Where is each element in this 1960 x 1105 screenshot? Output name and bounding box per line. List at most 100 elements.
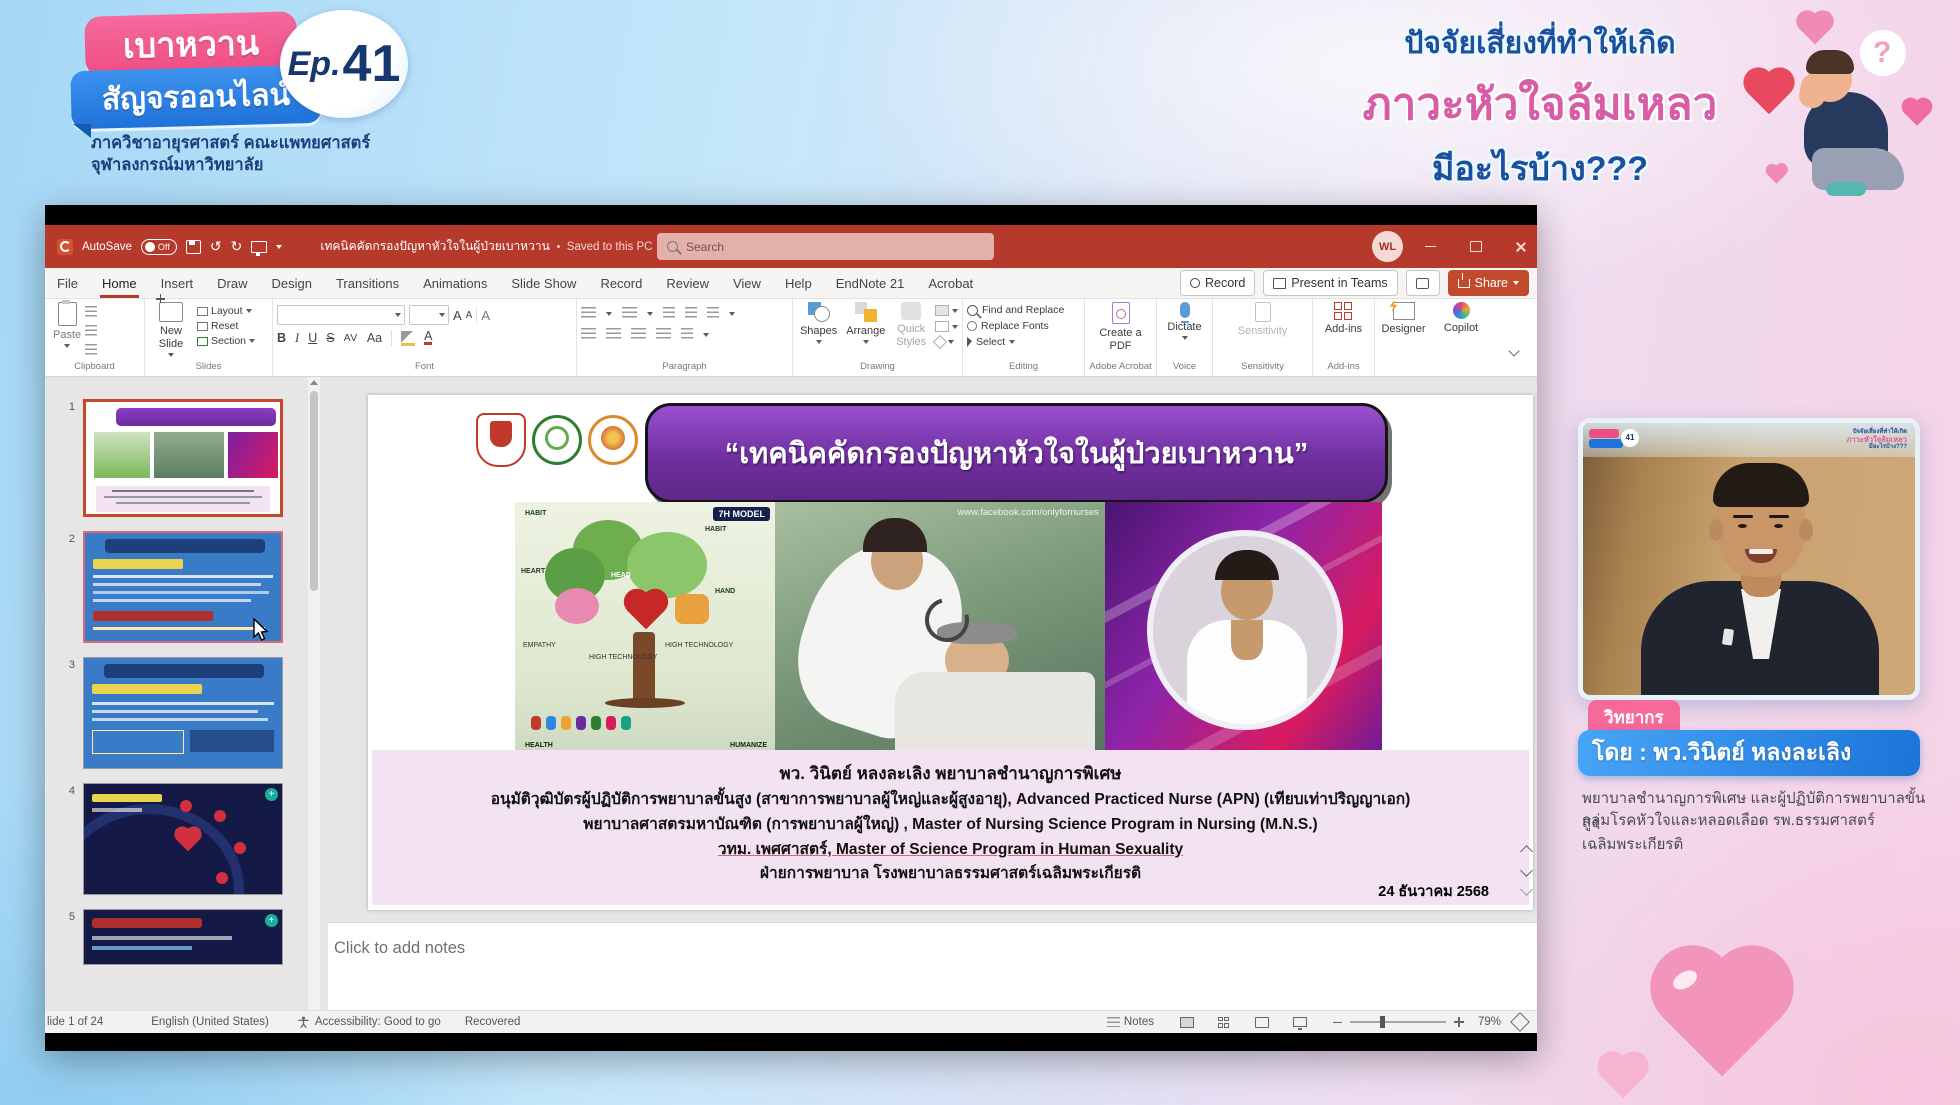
undo-icon[interactable]: ↺ — [210, 239, 222, 255]
view-normal-icon[interactable] — [1180, 1017, 1194, 1028]
strikethrough-button[interactable]: S — [326, 331, 334, 345]
char-spacing-button[interactable]: AV — [344, 332, 358, 344]
split-handle-icon[interactable] — [1520, 883, 1533, 896]
shapes-button[interactable]: Shapes — [797, 302, 840, 344]
scroll-prev-slide-icon[interactable] — [1520, 845, 1533, 858]
bold-button[interactable]: B — [277, 331, 286, 345]
zoom-slider[interactable] — [1350, 1021, 1446, 1023]
view-slideshow-icon[interactable] — [1293, 1017, 1307, 1027]
align-center-icon[interactable] — [606, 328, 621, 341]
copilot-button[interactable]: Copilot — [1444, 302, 1478, 334]
font-size-select[interactable] — [409, 305, 449, 325]
create-pdf-button[interactable]: Create a PDF — [1089, 302, 1152, 352]
format-painter-icon[interactable] — [85, 344, 97, 357]
language-status[interactable]: English (United States) — [151, 1016, 269, 1028]
paste-button[interactable]: Paste — [53, 302, 81, 348]
highlight-color-icon[interactable] — [401, 331, 415, 346]
designer-button[interactable]: Designer — [1381, 302, 1425, 335]
cut-icon[interactable] — [85, 306, 97, 319]
zoom-slider-thumb[interactable] — [1380, 1016, 1385, 1028]
tab-insert[interactable]: Insert — [149, 268, 206, 298]
dictate-button[interactable]: Dictate — [1167, 302, 1201, 340]
view-sorter-icon[interactable] — [1218, 1017, 1231, 1028]
bullets-icon[interactable] — [581, 307, 596, 320]
reset-button[interactable]: Reset — [197, 320, 255, 332]
shape-fill-icon[interactable] — [935, 305, 949, 316]
collapse-ribbon-icon[interactable] — [1508, 345, 1519, 356]
record-button[interactable]: Record — [1180, 270, 1255, 296]
zoom-in-icon[interactable] — [1454, 1017, 1464, 1027]
close-button[interactable] — [1498, 225, 1543, 268]
addins-button[interactable]: Add-ins — [1325, 302, 1362, 335]
tab-help[interactable]: Help — [773, 268, 824, 298]
scroll-next-slide-icon[interactable] — [1520, 864, 1533, 877]
notes-pane[interactable]: Click to add notes — [328, 922, 1537, 1010]
align-right-icon[interactable] — [631, 328, 646, 341]
shape-effects-icon[interactable] — [933, 335, 947, 349]
slide-canvas[interactable]: “เทคนิคคัดกรองปัญหาหัวใจในผู้ป่วยเบาหวาน… — [368, 395, 1533, 910]
tab-view[interactable]: View — [721, 268, 773, 298]
change-case-button[interactable]: Aa — [367, 331, 382, 345]
maximize-button[interactable] — [1453, 225, 1498, 268]
redo-icon[interactable]: ↻ — [231, 239, 243, 255]
recovered-status[interactable]: Recovered — [465, 1016, 521, 1028]
scroll-up-icon[interactable] — [310, 380, 318, 385]
arrange-button[interactable]: Arrange — [844, 302, 887, 344]
numbering-icon[interactable] — [622, 307, 637, 320]
decrease-indent-icon[interactable] — [663, 307, 675, 320]
tab-record[interactable]: Record — [588, 268, 654, 298]
tab-animations[interactable]: Animations — [411, 268, 499, 298]
find-replace-button[interactable]: Find and Replace — [967, 304, 1064, 316]
tab-design[interactable]: Design — [260, 268, 324, 298]
tab-file[interactable]: File — [45, 268, 90, 298]
tab-home[interactable]: Home — [90, 268, 149, 298]
tab-acrobat[interactable]: Acrobat — [916, 268, 985, 298]
autosave-toggle[interactable]: Off — [141, 239, 177, 255]
quick-access-caret-icon[interactable] — [276, 245, 282, 249]
display-settings-icon[interactable] — [251, 241, 267, 253]
quick-styles-button[interactable]: Quick Styles — [891, 302, 931, 348]
slide-thumbnail-5[interactable]: + — [83, 909, 283, 965]
tab-endnote[interactable]: EndNote 21 — [824, 268, 917, 298]
accessibility-status[interactable]: Accessibility: Good to go — [315, 1016, 441, 1028]
slide-thumbnail-4[interactable]: + — [83, 783, 283, 895]
slide-scroll-controls[interactable] — [1522, 847, 1531, 894]
text-direction-icon[interactable] — [707, 307, 719, 320]
thumbnails-scrollbar[interactable] — [308, 377, 320, 1010]
columns-icon[interactable] — [681, 328, 693, 341]
font-color-icon[interactable]: A — [424, 331, 432, 345]
italic-button[interactable]: I — [295, 331, 299, 346]
present-in-teams-button[interactable]: Present in Teams — [1263, 270, 1397, 296]
section-button[interactable]: Section — [197, 335, 255, 347]
scrollbar-thumb[interactable] — [310, 391, 318, 591]
tab-review[interactable]: Review — [654, 268, 721, 298]
fit-slide-icon[interactable] — [1510, 1012, 1530, 1032]
save-icon[interactable] — [186, 240, 201, 254]
share-button[interactable]: Share — [1448, 270, 1529, 296]
user-avatar[interactable]: WL — [1372, 231, 1403, 262]
slide-thumbnail-3[interactable] — [83, 657, 283, 769]
minimize-button[interactable] — [1408, 225, 1453, 268]
align-left-icon[interactable] — [581, 328, 596, 341]
saved-status[interactable]: Saved to this PC — [567, 241, 653, 253]
zoom-out-icon[interactable] — [1333, 1022, 1342, 1023]
search-box[interactable]: Search — [657, 233, 994, 260]
increase-font-icon[interactable]: A — [453, 308, 462, 323]
notes-toggle-button[interactable]: Notes — [1107, 1016, 1154, 1028]
tab-transitions[interactable]: Transitions — [324, 268, 411, 298]
replace-fonts-button[interactable]: Replace Fonts — [967, 320, 1049, 332]
new-slide-button[interactable]: New Slide — [149, 302, 193, 357]
zoom-level[interactable]: 79% — [1478, 1016, 1501, 1028]
view-reading-icon[interactable] — [1255, 1017, 1269, 1028]
comments-button[interactable] — [1406, 270, 1440, 296]
clear-formatting-icon[interactable]: A — [481, 308, 490, 323]
font-name-select[interactable] — [277, 305, 405, 325]
slide-thumbnail-1[interactable] — [83, 399, 283, 517]
layout-button[interactable]: Layout — [197, 305, 255, 317]
shape-outline-icon[interactable] — [935, 321, 949, 332]
underline-button[interactable]: U — [308, 331, 317, 345]
copy-icon[interactable] — [85, 325, 97, 338]
justify-icon[interactable] — [656, 328, 671, 341]
select-button[interactable]: Select — [967, 336, 1015, 348]
tab-draw[interactable]: Draw — [205, 268, 259, 298]
